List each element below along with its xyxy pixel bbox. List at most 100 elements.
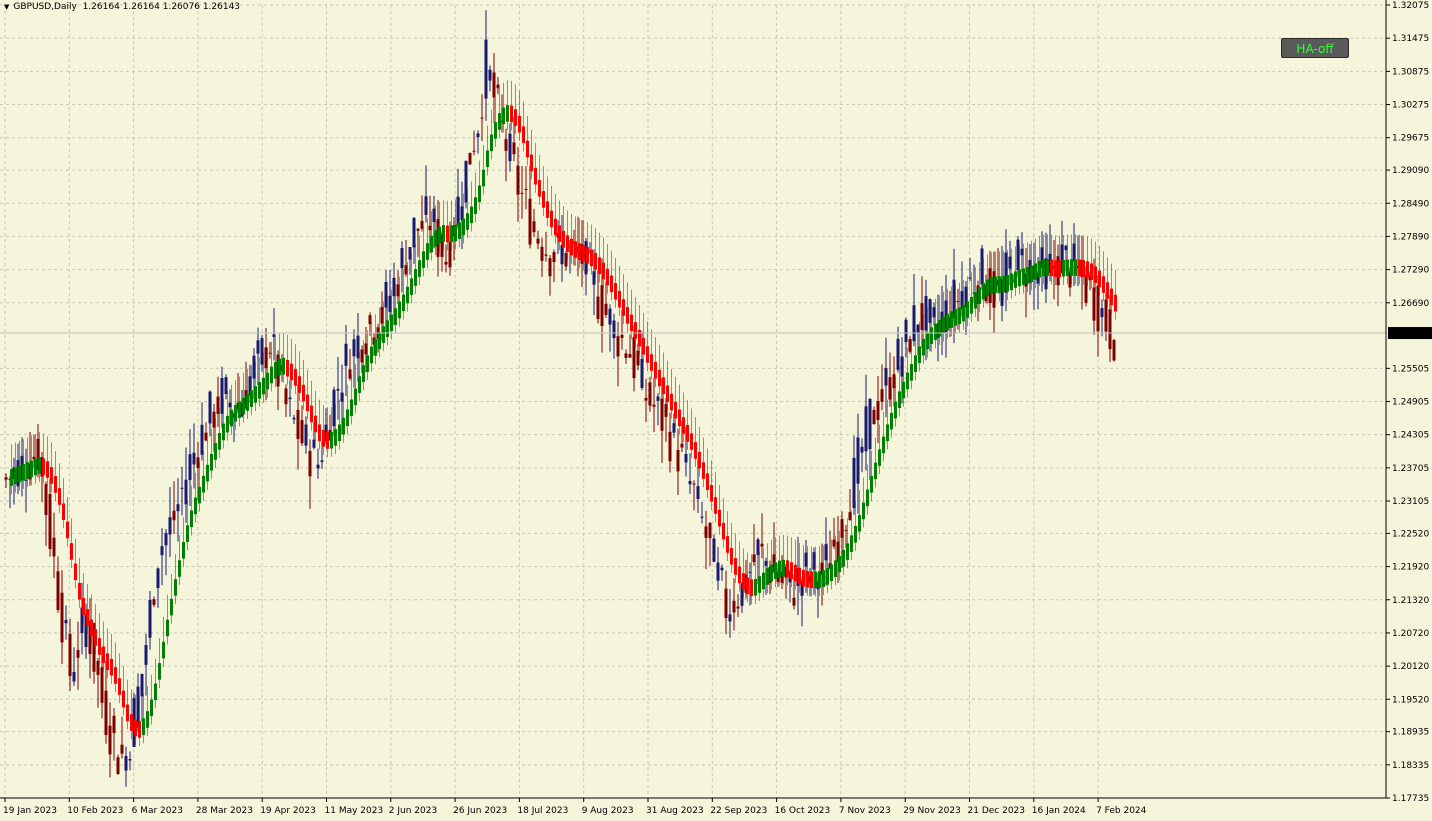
candle-body bbox=[736, 606, 740, 609]
candle-body bbox=[704, 526, 708, 538]
candle-body bbox=[760, 543, 764, 547]
candle-body bbox=[188, 454, 192, 481]
ha-body bbox=[202, 475, 205, 493]
ha-body bbox=[742, 573, 745, 590]
ha-body bbox=[946, 313, 949, 331]
candle-body bbox=[880, 389, 884, 402]
ha-body bbox=[346, 409, 349, 427]
ha-body bbox=[962, 304, 965, 322]
ha-body bbox=[910, 364, 913, 381]
collapse-triangle-icon[interactable]: ▼ bbox=[4, 3, 9, 11]
ha-body bbox=[230, 409, 233, 427]
candle-body bbox=[516, 165, 520, 195]
ha-body bbox=[406, 286, 409, 304]
ha-body bbox=[682, 417, 685, 434]
candle-body bbox=[908, 339, 912, 352]
ha-body bbox=[854, 525, 857, 543]
time-tick-label: 9 Aug 2023 bbox=[582, 806, 634, 816]
time-tick-label: 21 Dec 2023 bbox=[968, 806, 1026, 816]
ha-body bbox=[810, 571, 813, 589]
ha-body bbox=[98, 638, 101, 655]
ha-body bbox=[606, 268, 609, 286]
price-tick-label: 1.23105 bbox=[1392, 497, 1429, 507]
candle-body bbox=[792, 597, 796, 606]
ha-body bbox=[982, 282, 985, 300]
candle-body bbox=[416, 228, 420, 231]
ha-body bbox=[750, 579, 753, 597]
candle-body bbox=[208, 391, 212, 424]
ha-body bbox=[1098, 270, 1101, 288]
ha-body bbox=[30, 460, 33, 478]
ha-body bbox=[754, 579, 757, 596]
ha-body bbox=[838, 555, 841, 573]
ha-body bbox=[686, 425, 689, 442]
candle-body bbox=[548, 258, 552, 277]
ha-body bbox=[14, 467, 17, 485]
price-tick-label: 1.24305 bbox=[1392, 431, 1429, 441]
candle-body bbox=[900, 356, 904, 377]
ha-body bbox=[990, 277, 993, 294]
price-tick-label: 1.28490 bbox=[1392, 199, 1429, 209]
candle-body bbox=[592, 271, 596, 285]
price-tick-label: 1.32075 bbox=[1392, 1, 1429, 11]
price-chart[interactable]: 1.32075 1.31475 1.30875 1.30275 1.29675 1.290… bbox=[0, 0, 1432, 821]
candle-body bbox=[872, 409, 876, 425]
ha-body bbox=[998, 276, 1001, 293]
candle-body bbox=[484, 39, 488, 99]
candle-body bbox=[364, 343, 368, 355]
ha-body bbox=[150, 699, 153, 717]
ha-body bbox=[1042, 259, 1045, 277]
candle-body bbox=[660, 398, 664, 431]
candle-body bbox=[344, 343, 348, 366]
ha-body bbox=[874, 462, 877, 480]
candle-body bbox=[48, 494, 52, 549]
price-tick-label: 1.26690 bbox=[1392, 299, 1429, 309]
candle-body bbox=[160, 546, 164, 556]
candle-body bbox=[476, 133, 480, 138]
time-tick-label: 7 Nov 2023 bbox=[839, 806, 891, 816]
candle-body bbox=[1084, 275, 1088, 303]
candle-body bbox=[1072, 243, 1076, 262]
ha-body bbox=[1002, 275, 1005, 293]
ha-body bbox=[102, 646, 105, 664]
ha-body bbox=[482, 169, 485, 187]
ha-body bbox=[306, 394, 309, 412]
ha-body bbox=[270, 366, 273, 384]
price-tick-label: 1.17735 bbox=[1392, 794, 1429, 804]
ha-body bbox=[410, 278, 413, 295]
chart-window[interactable]: 1.32075 1.31475 1.30875 1.30275 1.29675 1.290… bbox=[0, 0, 1432, 821]
candle-body bbox=[1020, 248, 1024, 256]
ha-body bbox=[610, 275, 613, 293]
ha-body bbox=[378, 332, 381, 349]
time-tick-label: 22 Sep 2023 bbox=[710, 806, 767, 816]
candle-body bbox=[524, 188, 528, 190]
ha-toggle-button[interactable]: HA-off bbox=[1281, 38, 1349, 58]
ha-body bbox=[310, 405, 313, 423]
candle-body bbox=[168, 517, 172, 535]
candle-body bbox=[300, 420, 304, 444]
candle-body bbox=[76, 650, 80, 658]
ha-body bbox=[706, 473, 709, 490]
candle-body bbox=[916, 324, 920, 333]
ha-body bbox=[774, 562, 777, 579]
candle-body bbox=[460, 206, 464, 221]
ha-body bbox=[726, 536, 729, 553]
ha-body bbox=[914, 355, 917, 372]
ha-body bbox=[842, 549, 845, 567]
ha-body bbox=[598, 257, 601, 275]
candle-body bbox=[184, 479, 188, 505]
candle-body bbox=[212, 411, 216, 428]
ha-body bbox=[1110, 288, 1113, 306]
candle-body bbox=[152, 599, 156, 605]
ha-body bbox=[594, 253, 597, 270]
ha-body bbox=[930, 327, 933, 344]
ha-body bbox=[58, 488, 61, 505]
candle-body bbox=[652, 404, 656, 407]
candle-body bbox=[756, 539, 760, 555]
ha-body bbox=[238, 401, 241, 418]
ha-body bbox=[262, 377, 265, 395]
ha-body bbox=[286, 359, 289, 377]
time-tick-label: 31 Aug 2023 bbox=[646, 806, 704, 816]
ha-body bbox=[926, 332, 929, 350]
candle-body bbox=[204, 432, 208, 441]
